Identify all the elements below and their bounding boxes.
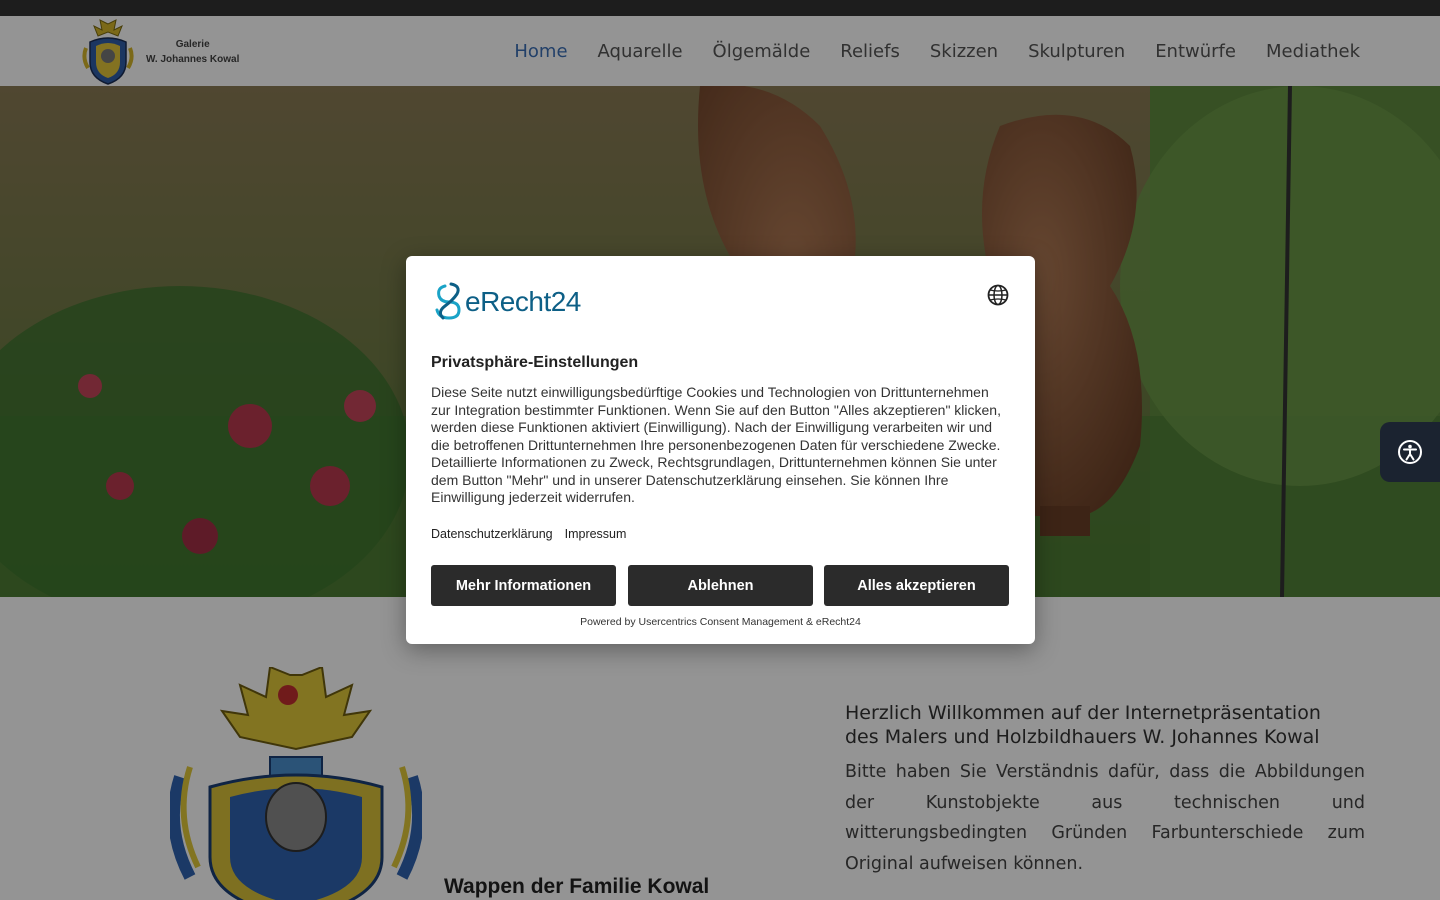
accept-all-button[interactable]: Alles akzeptieren (824, 565, 1009, 606)
imprint-link[interactable]: Impressum (565, 527, 627, 541)
accessibility-button[interactable] (1380, 422, 1440, 482)
decline-button[interactable]: Ablehnen (628, 565, 813, 606)
privacy-policy-link[interactable]: Datenschutzerklärung (431, 527, 553, 541)
more-info-button[interactable]: Mehr Informationen (431, 565, 616, 606)
erecht24-logo: eRecht24 (431, 282, 581, 322)
accessibility-icon (1398, 440, 1422, 464)
consent-text: Diese Seite nutzt einwilligungsbedürftig… (431, 384, 1001, 505)
powered-by-text: Powered by Usercentrics Consent Manageme… (580, 616, 861, 628)
erecht24-logo-icon (435, 282, 461, 320)
brand-name: eRecht24 (465, 286, 581, 317)
globe-icon[interactable] (987, 284, 1009, 306)
consent-dialog: eRecht24 Privatsphäre-Einstellungen Dies… (406, 256, 1035, 644)
consent-title: Privatsphäre-Einstellungen (431, 354, 639, 371)
consent-links: Datenschutzerklärung Impressum (431, 527, 626, 541)
